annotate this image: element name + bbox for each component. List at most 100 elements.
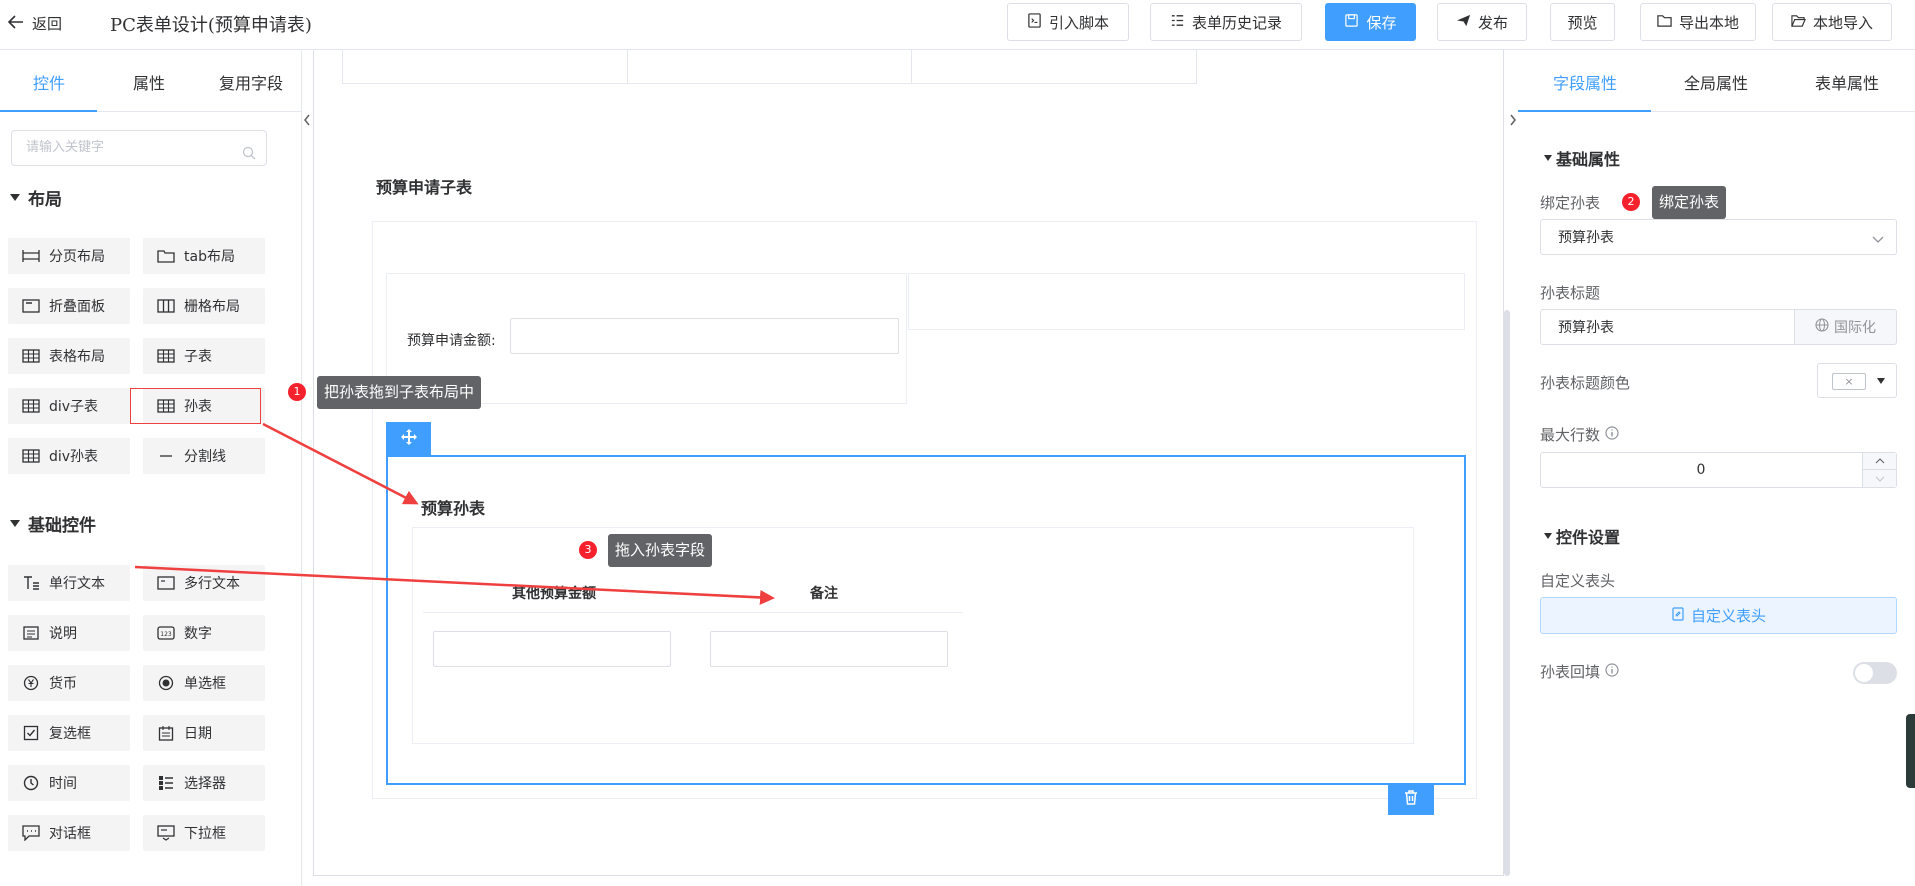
description-icon — [22, 625, 40, 641]
caret-down-icon — [1544, 155, 1552, 161]
other-amount-input[interactable] — [433, 631, 671, 667]
send-icon — [1456, 13, 1471, 32]
save-button[interactable]: 保存 — [1325, 3, 1416, 41]
control-dropdown[interactable]: 下拉框 — [143, 815, 265, 851]
control-label: 对话框 — [49, 826, 91, 842]
dropdown-icon — [157, 825, 175, 841]
control-collapse-panel[interactable]: 折叠面板 — [8, 288, 130, 324]
control-label: 分页布局 — [49, 249, 105, 265]
preview-button[interactable]: 预览 — [1550, 3, 1615, 41]
arrow-left-icon — [7, 14, 24, 33]
control-label: 折叠面板 — [49, 299, 105, 315]
tab-field-props[interactable]: 字段属性 — [1553, 70, 1617, 94]
export-local-button[interactable]: 导出本地 — [1640, 3, 1756, 41]
canvas-scrollbar[interactable] — [1504, 310, 1510, 876]
empty-cell[interactable] — [908, 273, 1465, 330]
import-script-button[interactable]: 引入脚本 — [1007, 3, 1129, 41]
left-tabs: 控件 属性 复用字段 — [0, 50, 301, 112]
move-handle[interactable] — [386, 422, 431, 455]
control-divider[interactable]: 分割线 — [143, 438, 265, 474]
custom-header-button[interactable]: 自定义表头 — [1540, 597, 1897, 634]
back-button[interactable]: 返回 — [7, 13, 62, 34]
control-currency[interactable]: 货币 — [8, 665, 130, 701]
bind-grandchild-select[interactable]: 预算孙表 — [1540, 219, 1897, 255]
import-local-button[interactable]: 本地导入 — [1772, 3, 1892, 41]
grandchild-table-selected[interactable]: 预算孙表 其他预算金额 备注 — [386, 455, 1466, 785]
delete-button[interactable] — [1388, 783, 1434, 815]
control-grid-columns[interactable]: 栅格布局 — [143, 288, 265, 324]
control-table[interactable]: div子表 — [8, 388, 130, 424]
bind-grandchild-label: 绑定孙表 — [1540, 194, 1601, 212]
amount-input[interactable] — [510, 318, 899, 354]
max-rows-stepper[interactable]: 0 — [1540, 452, 1897, 488]
control-settings-header[interactable]: 控件设置 — [1544, 524, 1620, 548]
control-label: 表格布局 — [49, 349, 105, 365]
backfill-toggle[interactable] — [1853, 662, 1897, 684]
info-icon[interactable] — [1605, 425, 1619, 444]
info-icon[interactable] — [1605, 662, 1619, 681]
collapse-right-icon[interactable] — [1509, 112, 1517, 131]
search-icon — [242, 140, 256, 174]
control-number[interactable]: 123 数字 — [143, 615, 265, 651]
side-widget-tab[interactable] — [1906, 714, 1915, 788]
properties-panel: 字段属性 全局属性 表单属性 基础属性 绑定孙表 预算孙表 孙表标题 预算孙表 … — [1518, 50, 1915, 886]
max-rows-label: 最大行数 — [1540, 424, 1619, 445]
list-icon — [1170, 13, 1185, 32]
control-dialog[interactable]: 对话框 — [8, 815, 130, 851]
publish-button[interactable]: 发布 — [1437, 3, 1527, 41]
right-tabs: 字段属性 全局属性 表单属性 — [1518, 50, 1915, 112]
dialog-icon — [22, 825, 40, 841]
i18n-button[interactable]: 国际化 — [1794, 309, 1897, 345]
control-label: 数字 — [184, 626, 212, 642]
decrement-button[interactable] — [1862, 470, 1896, 487]
annotation-tooltip-1: 把孙表拖到子表布局中 — [317, 376, 482, 409]
title-color-picker[interactable]: × — [1817, 363, 1897, 398]
calendar-icon — [157, 725, 175, 741]
search-input[interactable]: 请输入关键字 — [11, 130, 267, 166]
control-label: 栅格布局 — [184, 299, 240, 315]
grandchild-fields-area[interactable]: 其他预算金额 备注 — [412, 527, 1414, 744]
control-checkbox[interactable]: 复选框 — [8, 715, 130, 751]
divider-icon — [157, 448, 175, 464]
svg-text:123: 123 — [160, 631, 172, 638]
control-calendar[interactable]: 日期 — [143, 715, 265, 751]
layout-section-header[interactable]: 布局 — [10, 185, 62, 210]
control-multi-line-text[interactable]: 多行文本 — [143, 565, 265, 601]
controls-panel: 控件 属性 复用字段 请输入关键字 布局 分页布局 tab布局折叠面板 栅格布局表格… — [0, 50, 302, 886]
currency-icon — [22, 675, 40, 691]
control-table[interactable]: div孙表 — [8, 438, 130, 474]
control-label: 单行文本 — [49, 576, 105, 592]
trash-icon — [1403, 789, 1419, 810]
control-page-layout[interactable]: 分页布局 — [8, 238, 130, 274]
annotation-badge-3: 3 — [579, 541, 597, 559]
title-input[interactable]: 预算孙表 — [1540, 309, 1795, 345]
basic-props-header[interactable]: 基础属性 — [1544, 146, 1620, 170]
caret-down-icon — [1544, 533, 1552, 539]
tab-global-props[interactable]: 全局属性 — [1684, 70, 1748, 94]
control-label: 下拉框 — [184, 826, 226, 842]
collapse-left-icon[interactable] — [303, 112, 311, 131]
history-button[interactable]: 表单历史记录 — [1150, 3, 1302, 41]
tab-properties[interactable]: 属性 — [133, 70, 165, 94]
control-table[interactable]: 子表 — [143, 338, 265, 374]
control-folder-tab[interactable]: tab布局 — [143, 238, 265, 274]
control-selector[interactable]: 选择器 — [143, 765, 265, 801]
control-table[interactable]: 表格布局 — [8, 338, 130, 374]
folder-open-icon — [1791, 13, 1806, 32]
tab-form-props[interactable]: 表单属性 — [1815, 70, 1879, 94]
column-header-other-amount: 其他预算金额 — [423, 583, 685, 613]
control-label: div孙表 — [49, 449, 99, 465]
control-radio[interactable]: 单选框 — [143, 665, 265, 701]
control-description[interactable]: 说明 — [8, 615, 130, 651]
basic-section-header[interactable]: 基础控件 — [10, 511, 96, 536]
remarks-input[interactable] — [710, 631, 948, 667]
tab-reuse-fields[interactable]: 复用字段 — [219, 70, 283, 94]
tab-controls[interactable]: 控件 — [33, 70, 65, 94]
control-label: div子表 — [49, 399, 99, 415]
increment-button[interactable] — [1862, 453, 1896, 470]
control-label: 复选框 — [49, 726, 91, 742]
multi-line-text-icon — [157, 575, 175, 591]
control-clock[interactable]: 时间 — [8, 765, 130, 801]
control-single-line-text[interactable]: 单行文本 — [8, 565, 130, 601]
edit-doc-icon — [1671, 606, 1685, 625]
